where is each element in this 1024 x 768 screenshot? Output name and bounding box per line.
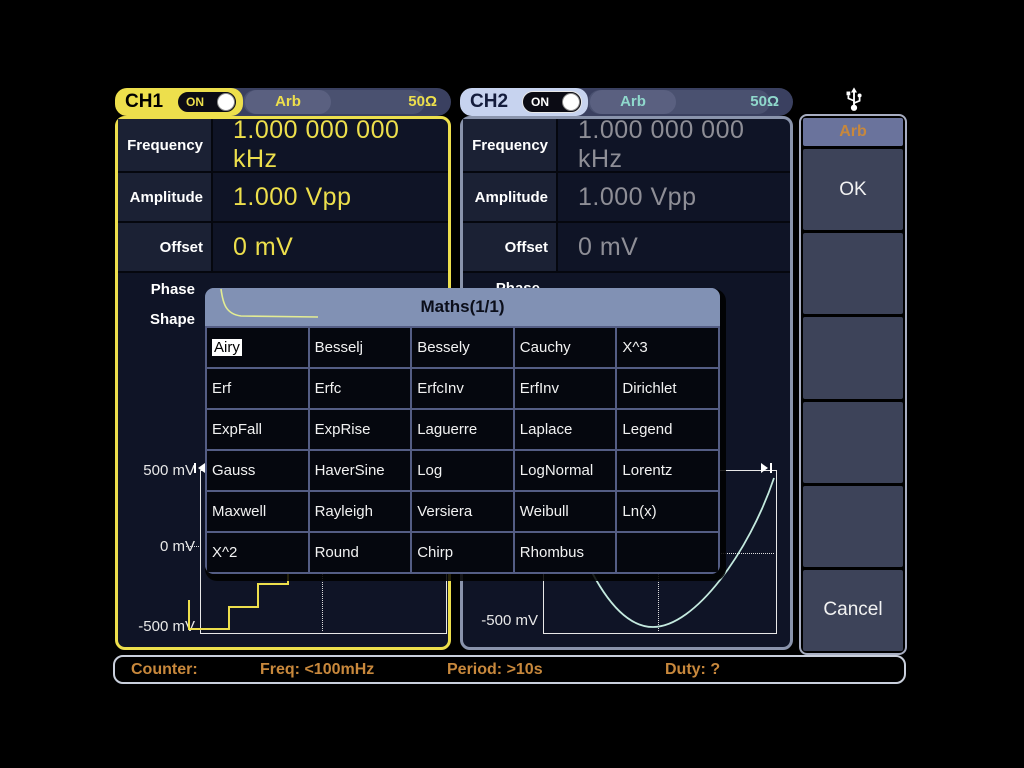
ch1-mode-label[interactable]: Arb — [245, 90, 331, 114]
ch2-amplitude-value: 1.000 Vpp — [558, 173, 790, 221]
ch1-scale-mid: 0 mV — [115, 538, 195, 555]
math-shape-cell[interactable]: Versiera — [412, 492, 513, 531]
math-shape-cell[interactable]: Maxwell — [207, 492, 308, 531]
ch1-shape-preview-curve — [207, 286, 327, 322]
ch2-offset-label: Offset — [463, 223, 558, 271]
ch1-staircase-waveform — [185, 568, 295, 632]
maths-shape-grid: Airy Besselj Bessely Cauchy X^3 Erf Erfc… — [205, 326, 720, 574]
ch1-tab[interactable]: CH1 ON — [115, 88, 243, 116]
ch2-offset-value: 0 mV — [558, 223, 790, 271]
ch2-header-bar: Arb 50Ω CH2 ON — [460, 88, 793, 116]
math-shape-cell[interactable]: Erfc — [310, 369, 411, 408]
math-shape-cell[interactable]: Log — [412, 451, 513, 490]
math-shape-cell[interactable]: X^3 — [617, 328, 718, 367]
math-shape-cell[interactable]: Weibull — [515, 492, 616, 531]
math-shape-cell-airy[interactable]: Airy — [207, 328, 308, 367]
ch1-shape-label: Shape — [115, 311, 195, 328]
ch1-header-bar: Arb 50Ω CH1 ON — [115, 88, 451, 116]
math-shape-cell[interactable]: Besselj — [310, 328, 411, 367]
ch2-toggle-knob — [562, 93, 580, 111]
ch1-amplitude-value: 1.000 Vpp — [213, 173, 448, 221]
counter-freq: Freq: <100mHz — [260, 657, 374, 682]
math-shape-cell[interactable]: Laplace — [515, 410, 616, 449]
math-shape-cell[interactable]: Gauss — [207, 451, 308, 490]
ch2-on-label: ON — [531, 92, 549, 112]
ch2-scale-bottom: -500 mV — [455, 612, 538, 629]
selected-shape: Airy — [212, 339, 242, 356]
math-shape-cell[interactable]: Lorentz — [617, 451, 718, 490]
math-shape-cell[interactable]: X^2 — [207, 533, 308, 572]
math-shape-cell[interactable]: Legend — [617, 410, 718, 449]
ok-button[interactable]: OK — [803, 149, 903, 230]
math-shape-cell[interactable]: Rayleigh — [310, 492, 411, 531]
math-shape-cell[interactable]: ExpRise — [310, 410, 411, 449]
ch1-amplitude-row[interactable]: Amplitude 1.000 Vpp — [118, 173, 448, 223]
ch1-on-label: ON — [186, 92, 204, 112]
counter-label: Counter: — [131, 657, 198, 682]
ch1-offset-row[interactable]: Offset 0 mV — [118, 223, 448, 273]
math-shape-cell[interactable]: Laguerre — [412, 410, 513, 449]
counter-status-bar: Counter: Freq: <100mHz Period: >10s Duty… — [113, 655, 906, 684]
math-shape-cell[interactable]: Chirp — [412, 533, 513, 572]
ch2-frequency-label: Frequency — [463, 119, 558, 171]
math-shape-cell[interactable]: Rhombus — [515, 533, 616, 572]
math-shape-cell[interactable]: ErfInv — [515, 369, 616, 408]
ch1-phase-label: Phase — [115, 281, 195, 298]
ch2-mode-label[interactable]: Arb — [590, 90, 676, 114]
softkey-sidebar: Arb OK Cancel — [799, 114, 907, 655]
math-shape-cell[interactable]: ErfcInv — [412, 369, 513, 408]
ch2-frequency-value: 1.000 000 000 kHz — [558, 119, 790, 171]
ch1-toggle-knob — [217, 93, 235, 111]
ch2-impedance: 50Ω — [750, 88, 779, 116]
ch1-offset-value: 0 mV — [213, 223, 448, 271]
softkey-slot-empty — [803, 486, 903, 567]
math-shape-cell[interactable]: Dirichlet — [617, 369, 718, 408]
sidebar-menu-title: Arb — [803, 118, 903, 146]
ch1-offset-label: Offset — [118, 223, 213, 271]
math-shape-cell[interactable]: ExpFall — [207, 410, 308, 449]
counter-period: Period: >10s — [447, 657, 543, 682]
ch2-tab[interactable]: CH2 ON — [460, 88, 588, 116]
ch2-tab-label: CH2 — [470, 88, 508, 116]
ch1-impedance: 50Ω — [408, 88, 437, 116]
math-shape-cell[interactable]: Bessely — [412, 328, 513, 367]
math-shape-cell[interactable]: Erf — [207, 369, 308, 408]
ch1-frequency-label: Frequency — [118, 119, 213, 171]
ch2-on-toggle[interactable]: ON — [522, 91, 582, 113]
ch2-offset-row[interactable]: Offset 0 mV — [463, 223, 790, 273]
math-shape-cell[interactable]: Cauchy — [515, 328, 616, 367]
math-shape-cell-empty — [617, 533, 718, 572]
softkey-slot-empty — [803, 402, 903, 483]
ch2-amplitude-label: Amplitude — [463, 173, 558, 221]
counter-duty: Duty: ? — [665, 657, 720, 682]
ch1-on-toggle[interactable]: ON — [177, 91, 237, 113]
softkey-slot-empty — [803, 317, 903, 398]
ch1-scale-top: 500 mV — [115, 462, 195, 479]
math-shape-cell[interactable]: HaverSine — [310, 451, 411, 490]
math-shape-cell[interactable]: Ln(x) — [617, 492, 718, 531]
ch1-tab-label: CH1 — [125, 88, 163, 116]
ch1-scale-bottom: -500 mV — [115, 618, 195, 635]
ch2-frequency-row[interactable]: Frequency 1.000 000 000 kHz — [463, 119, 790, 173]
ch2-amplitude-row[interactable]: Amplitude 1.000 Vpp — [463, 173, 790, 223]
ch1-frequency-value: 1.000 000 000 kHz — [213, 119, 448, 171]
softkey-slot-empty — [803, 233, 903, 314]
ch1-amplitude-label: Amplitude — [118, 173, 213, 221]
maths-dialog: Maths(1/1) Airy Besselj Bessely Cauchy X… — [205, 288, 720, 574]
usb-icon — [840, 85, 868, 113]
cancel-button[interactable]: Cancel — [803, 570, 903, 651]
math-shape-cell[interactable]: Round — [310, 533, 411, 572]
ch2-end-marker-icon — [760, 461, 776, 475]
math-shape-cell[interactable]: LogNormal — [515, 451, 616, 490]
ch1-frequency-row[interactable]: Frequency 1.000 000 000 kHz — [118, 119, 448, 173]
